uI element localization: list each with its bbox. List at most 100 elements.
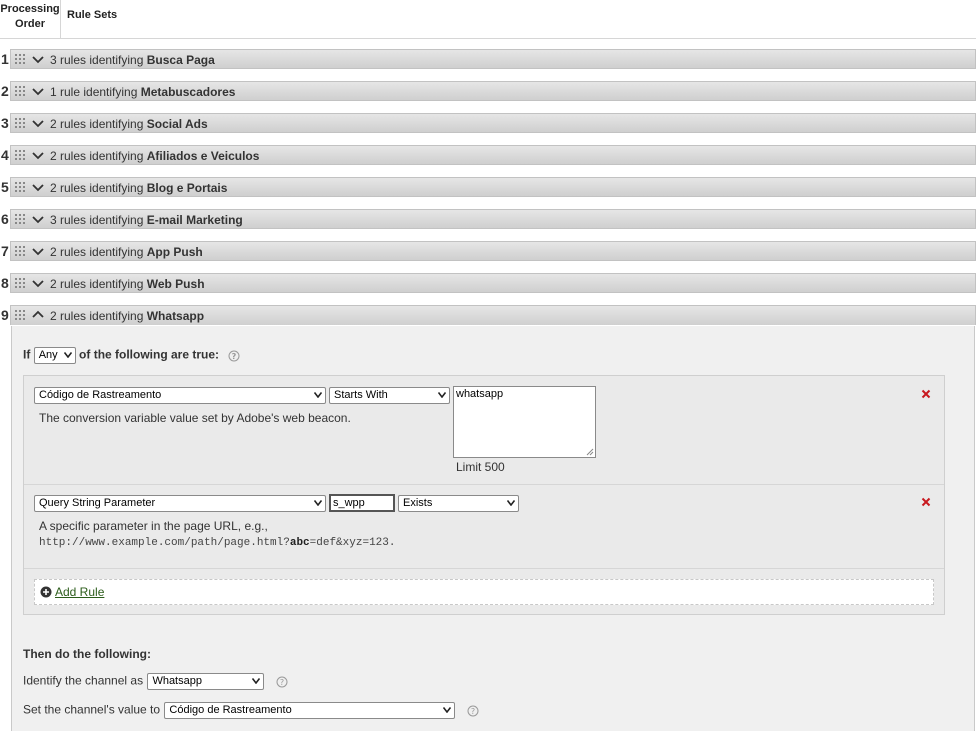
ruleset-header-bar[interactable]: 1 rule identifying Metabuscadores	[10, 81, 976, 101]
grip-icon[interactable]	[15, 150, 25, 160]
rule2-param-text: s_wpp	[333, 497, 365, 509]
ruleset-row[interactable]: 32 rules identifying Social Ads	[0, 113, 976, 135]
chevron-down-icon	[507, 500, 515, 506]
chevron-down-icon[interactable]	[32, 245, 44, 257]
identify-channel-select[interactable]: Whatsapp	[147, 673, 265, 690]
ruleset-row[interactable]: 92 rules identifying Whatsapp	[0, 305, 976, 327]
grip-icon[interactable]	[15, 118, 25, 128]
chevron-down-icon[interactable]	[32, 213, 44, 225]
ruleset-title-prefix: 2 rules identifying	[50, 245, 147, 259]
plus-circle-icon[interactable]	[40, 586, 52, 598]
chevron-down-icon[interactable]	[32, 149, 44, 161]
delete-icon[interactable]	[921, 389, 931, 399]
grip-icon[interactable]	[15, 182, 25, 192]
whatsapp-ruleset-panel: If Any of the following are true: ? Códi…	[11, 326, 975, 731]
ruleset-row[interactable]: 42 rules identifying Afiliados e Veiculo…	[0, 145, 976, 167]
set-value-value: Código de Rastreamento	[169, 704, 292, 716]
delete-icon[interactable]	[921, 497, 931, 507]
grip-icon[interactable]	[15, 214, 25, 224]
resize-handle-icon[interactable]	[586, 448, 594, 456]
ruleset-header-bar[interactable]: 3 rules identifying E-mail Marketing	[10, 209, 976, 229]
ruleset-title: 2 rules identifying Afiliados e Veiculos	[50, 149, 259, 163]
ruleset-header-bar[interactable]: 2 rules identifying Social Ads	[10, 113, 976, 133]
grip-icon[interactable]	[15, 246, 25, 256]
ruleset-title-prefix: 3 rules identifying	[50, 53, 147, 67]
ruleset-title: 2 rules identifying Blog e Portais	[50, 181, 227, 195]
svg-text:?: ?	[232, 352, 237, 361]
ruleset-title-prefix: 3 rules identifying	[50, 213, 147, 227]
chevron-down-icon[interactable]	[32, 181, 44, 193]
if-label: If	[23, 347, 31, 362]
rule1-value-textarea[interactable]: whatsapp	[453, 386, 596, 458]
ruleset-name: Whatsapp	[146, 309, 205, 323]
chevron-down-icon	[252, 678, 261, 684]
set-value-label: Set the channel's value to	[23, 702, 161, 717]
ruleset-header-bar[interactable]: 3 rules identifying Busca Paga	[10, 49, 976, 69]
ruleset-header-bar[interactable]: 2 rules identifying Afiliados e Veiculos	[10, 145, 976, 165]
chevron-down-icon[interactable]	[32, 117, 44, 129]
ruleset-header-bar[interactable]: 2 rules identifying Web Push	[10, 273, 976, 293]
ruleset-name: Social Ads	[146, 117, 208, 131]
ruleset-row[interactable]: 21 rule identifying Metabuscadores	[0, 81, 976, 103]
ruleset-title: 1 rule identifying Metabuscadores	[50, 85, 235, 99]
rule2-example-bold: abc	[289, 537, 310, 549]
ruleset-header-bar[interactable]: 2 rules identifying Blog e Portais	[10, 177, 976, 197]
ruleset-title-prefix: 2 rules identifying	[50, 117, 147, 131]
rule2-field-value: Query String Parameter	[39, 497, 156, 509]
chevron-down-icon[interactable]	[32, 277, 44, 289]
chevron-down-icon	[438, 392, 446, 398]
ruleset-name: App Push	[146, 245, 203, 259]
ruleset-name: Busca Paga	[146, 53, 215, 67]
add-rule-link[interactable]: Add Rule	[55, 585, 104, 599]
rule2-example: http://www.example.com/path/page.html?ab…	[39, 537, 395, 549]
chevron-down-icon[interactable]	[32, 85, 44, 97]
chevron-down-icon	[314, 500, 322, 506]
ruleset-header-bar[interactable]: 2 rules identifying Whatsapp	[10, 305, 976, 325]
set-value-select[interactable]: Código de Rastreamento	[164, 702, 456, 719]
ruleset-name: E-mail Marketing	[146, 213, 243, 227]
svg-text:?: ?	[471, 707, 475, 716]
help-icon[interactable]: ?	[276, 676, 288, 688]
rule1-field-value: Código de Rastreamento	[39, 389, 162, 401]
ruleset-title-prefix: 2 rules identifying	[50, 181, 147, 195]
chevron-up-icon[interactable]	[32, 309, 44, 321]
ruleset-title-prefix: 1 rule identifying	[50, 85, 141, 99]
ruleset-title: 3 rules identifying Busca Paga	[50, 53, 215, 67]
rule2-example-post: =def&xyz=123.	[309, 537, 396, 549]
ruleset-row[interactable]: 52 rules identifying Blog e Portais	[0, 177, 976, 199]
match-select[interactable]: Any	[33, 347, 76, 364]
grip-icon[interactable]	[15, 86, 25, 96]
rule2-operator-select[interactable]: Exists	[398, 495, 519, 512]
rule2-param-input[interactable]: s_wpp	[329, 494, 395, 512]
help-icon[interactable]: ?	[467, 705, 479, 717]
ruleset-name: Blog e Portais	[146, 181, 228, 195]
rule1-operator-select[interactable]: Starts With	[329, 387, 450, 404]
rule-1: Código de Rastreamento Starts With whats…	[24, 376, 944, 485]
rule2-example-pre: http://www.example.com/path/page.html?	[39, 537, 290, 549]
ruleset-row[interactable]: 13 rules identifying Busca Paga	[0, 49, 976, 71]
ruleset-row[interactable]: 72 rules identifying App Push	[0, 241, 976, 263]
rules-container: Código de Rastreamento Starts With whats…	[23, 375, 945, 615]
processing-order-header: Processing Order	[0, 0, 61, 38]
rule-sets-header: Rule Sets	[67, 9, 118, 21]
set-channel-value-line: Set the channel's value to Código de Ras…	[23, 702, 479, 719]
ruleset-name: Web Push	[146, 277, 205, 291]
table-header: Processing Order Rule Sets	[0, 0, 976, 39]
chevron-down-icon	[443, 707, 452, 713]
help-icon[interactable]: ?	[228, 350, 240, 362]
rule1-field-select[interactable]: Código de Rastreamento	[34, 387, 326, 404]
condition-header: If Any of the following are true: ?	[23, 347, 240, 364]
add-rule-box: Add Rule	[34, 579, 934, 605]
ruleset-row[interactable]: 63 rules identifying E-mail Marketing	[0, 209, 976, 231]
chevron-down-icon[interactable]	[32, 53, 44, 65]
identify-channel-line: Identify the channel as Whatsapp ?	[23, 673, 288, 690]
rule2-field-select[interactable]: Query String Parameter	[34, 495, 326, 512]
ruleset-name: Afiliados e Veiculos	[146, 149, 260, 163]
ruleset-row[interactable]: 82 rules identifying Web Push	[0, 273, 976, 295]
ruleset-header-bar[interactable]: 2 rules identifying App Push	[10, 241, 976, 261]
processing-order-label-2: Order	[15, 18, 45, 30]
ruleset-title-prefix: 2 rules identifying	[50, 277, 147, 291]
grip-icon[interactable]	[15, 310, 25, 320]
grip-icon[interactable]	[15, 54, 25, 64]
grip-icon[interactable]	[15, 278, 25, 288]
